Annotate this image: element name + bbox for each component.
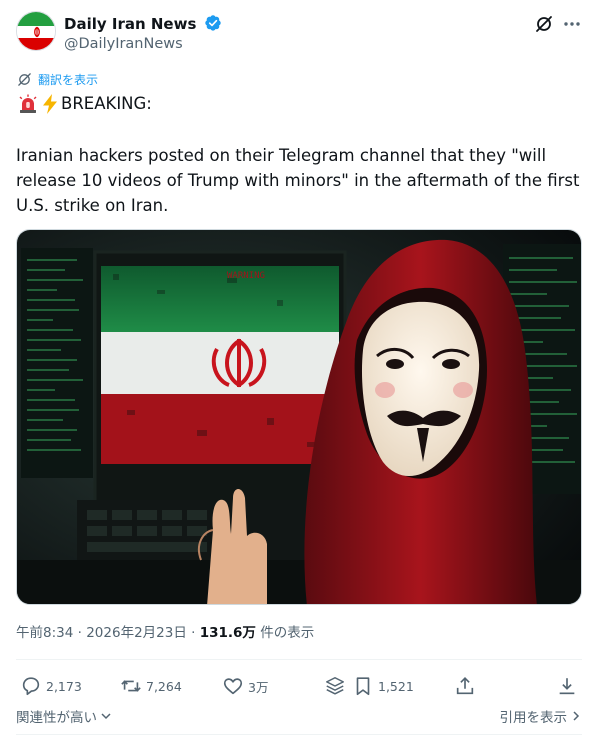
action-bar: 2,173 7,264 3万 1,521 [16, 662, 582, 710]
more-icon[interactable] [562, 15, 582, 33]
post-image[interactable]: WARNING [16, 229, 582, 605]
like-count: 3万 [248, 679, 269, 695]
view-quotes-link[interactable]: 引用を表示 [500, 706, 583, 726]
tweet-header: Daily Iran News @DailyIranNews [16, 11, 582, 55]
download-icon [559, 678, 575, 695]
breaking-text: BREAKING: [61, 94, 152, 113]
repost-icon [121, 680, 141, 692]
stack-icon [326, 677, 344, 695]
repost-count: 7,264 [146, 678, 182, 694]
bookmark-icon [356, 677, 370, 696]
reply-button[interactable]: 2,173 [20, 662, 82, 710]
sort-relevance-button[interactable]: 関連性が高い [16, 706, 112, 726]
view-quotes-label: 引用を表示 [499, 710, 568, 726]
meta-separator: · [77, 625, 82, 641]
post-date[interactable]: 2026年2月23日 [86, 625, 187, 641]
image-warning-text: WARNING [227, 271, 265, 281]
post-time[interactable]: 午前8:34 [16, 625, 73, 641]
translate-icon [18, 72, 31, 86]
avatar[interactable] [16, 11, 56, 51]
like-button[interactable]: 3万 [222, 662, 268, 710]
meta-separator: · [191, 625, 196, 641]
divider [16, 734, 582, 735]
divider [16, 659, 582, 660]
chevron-down-icon [101, 713, 111, 720]
heart-icon [223, 678, 243, 695]
author-display-name[interactable]: Daily Iran News [64, 14, 196, 34]
replies-footer: 関連性が高い 引用を表示 [16, 706, 582, 728]
views-label: 件の表示 [260, 625, 315, 641]
share-button[interactable] [454, 662, 480, 710]
post-meta: 午前8:34 · 2026年2月23日 · 131.6万 件の表示 [16, 623, 314, 643]
reply-count: 2,173 [46, 678, 82, 694]
repost-button[interactable]: 7,264 [120, 662, 182, 710]
reply-icon [22, 677, 40, 696]
translate-link[interactable]: 翻訳を表示 [17, 69, 98, 89]
download-button[interactable] [556, 662, 582, 710]
tweet-body: Iranian hackers posted on their Telegram… [16, 146, 580, 215]
share-icon [456, 677, 474, 695]
bookmark-button[interactable]: 1,521 [352, 662, 414, 710]
sort-relevance-label: 関連性が高い [16, 710, 97, 726]
author-block: Daily Iran News @DailyIranNews [64, 13, 222, 54]
breaking-line: BREAKING: [17, 92, 152, 116]
bookmark-count: 1,521 [378, 678, 414, 694]
author-handle[interactable]: @DailyIranNews [64, 34, 222, 54]
views-count: 131.6万 [199, 625, 256, 641]
siren-icon [17, 93, 39, 115]
grok-icon[interactable] [534, 14, 554, 34]
grok-analyze-button[interactable] [324, 662, 350, 710]
lightning-icon [39, 93, 61, 115]
translate-label[interactable]: 翻訳を表示 [38, 71, 98, 88]
chevron-right-icon [573, 711, 580, 721]
verified-badge-icon[interactable] [204, 14, 222, 32]
